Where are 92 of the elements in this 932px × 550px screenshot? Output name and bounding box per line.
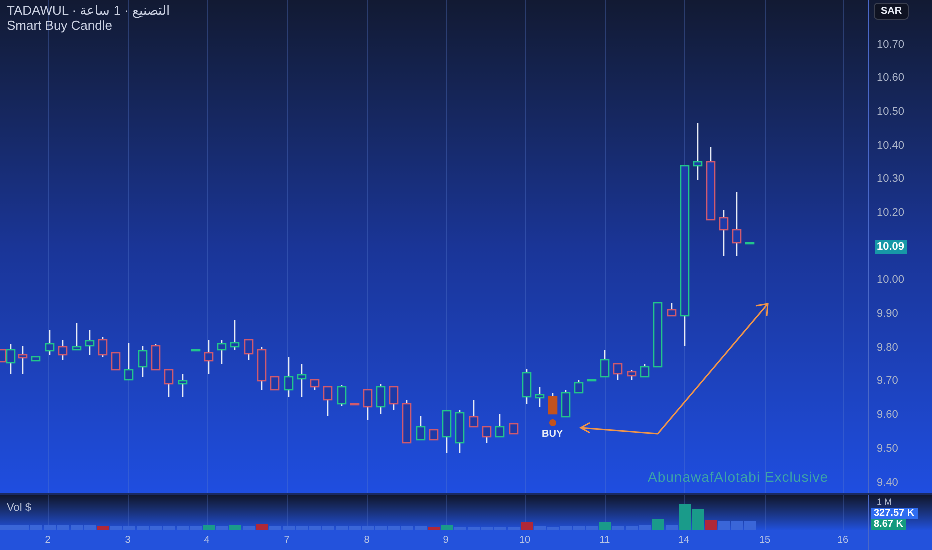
candlestick [45,330,55,355]
candlestick [522,369,532,404]
time-axis-label: 9 [442,534,450,548]
candlestick [402,400,412,444]
candlestick [653,302,663,368]
candlestick [310,379,320,390]
candlestick [574,380,584,394]
candlestick [548,393,558,415]
current-price-tag: 10.09 [875,240,907,254]
candlestick [535,387,545,407]
currency-button[interactable]: SAR [874,3,910,20]
candlestick [217,340,227,364]
candlestick [416,416,426,441]
time-axis-label: 7 [283,534,291,548]
candlestick [178,374,188,397]
candlestick [732,192,742,256]
volume-bar [744,521,756,530]
candlestick [509,423,519,435]
candlestick [627,370,637,380]
price-axis-label: 10.30 [877,172,905,188]
price-axis-label: 9.90 [877,307,898,322]
price-axis-label: 10.40 [877,138,905,154]
candlestick [31,356,41,362]
time-axis-label: 4 [203,534,211,548]
candlestick [337,385,347,406]
time-axis-label: 16 [836,534,850,548]
symbol-title: TADAWUL · التصنيع · 1 ساعة [7,3,171,18]
volume-value-tag: 8.67 K [871,519,906,530]
candlestick [389,386,399,410]
candlestick [429,429,439,441]
price-axis-label: 10.20 [877,206,905,222]
candlestick [85,330,95,355]
candlestick [297,364,307,397]
candlestick [111,352,121,371]
price-axis-label: 10.60 [877,71,905,86]
price-axis-label: 10.50 [877,104,905,120]
candlestick [719,210,729,256]
time-axis-label: 10 [518,534,532,548]
indicator-name: Smart Buy Candle [7,18,114,33]
buy-signal-dot [550,420,556,426]
candlestick [587,379,597,382]
candlestick [191,349,201,352]
candlestick [164,369,174,397]
candlestick [58,340,68,360]
candlestick [745,242,755,245]
candlestick [72,323,82,351]
time-axis-label: 3 [124,534,132,548]
candlestick [98,337,108,357]
candlestick [495,414,505,438]
candlestick [469,400,479,428]
candlestick [138,346,148,377]
candlestick [124,343,134,381]
candlestick [257,347,267,390]
candlestick [244,339,254,360]
price-axis-label: 10.00 [877,273,905,288]
candlestick [442,410,452,453]
candlestick [600,350,610,378]
time-axis-label: 2 [44,534,52,548]
candlestick [18,346,28,374]
candlestick [270,376,280,391]
candlestick [151,344,161,371]
signature-text: AbunawafAlotabi Exclusive [648,468,829,487]
volume-bar [731,521,743,530]
candlestick [640,364,650,378]
time-axis-label: 8 [363,534,371,548]
price-axis-label: 9.60 [877,408,898,424]
volume-value-tag: 327.57 K [871,508,918,519]
buy-label: BUY [542,428,564,442]
candlestick [667,303,677,317]
candlestick [363,389,373,420]
price-axis-label: 10.70 [877,38,905,53]
price-axis-label: 9.80 [877,340,898,356]
candlestick [350,403,360,406]
price-axis-label: 9.70 [877,374,898,390]
candlestick [284,357,294,397]
volume-label: Vol $ [7,501,32,516]
time-axis-label: 11 [598,534,612,548]
time-axis-label: 14 [677,534,691,548]
candlestick [561,390,571,418]
candlestick [613,363,623,380]
candlestick [455,410,465,453]
price-axis-label: 9.50 [877,442,898,457]
volume-bar [718,521,730,530]
candlestick [204,340,214,374]
candlestick [693,123,703,180]
price-axis-label: 9.40 [877,476,898,491]
candlestick [376,384,386,414]
candlestick [482,426,492,443]
volume-axis-label: 1 M [877,497,892,508]
candlestick [230,320,240,350]
time-axis-label: 15 [758,534,772,548]
candlestick [323,386,333,416]
